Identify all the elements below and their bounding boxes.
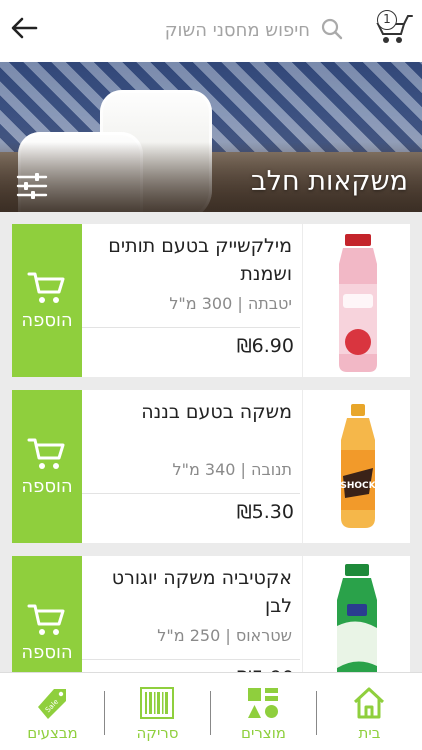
banana-drink-bottle-image: SHOCK [340, 404, 377, 528]
barcode-icon [140, 687, 174, 719]
product-name: אקטיביה משקה יוגורט לבן [111, 567, 292, 617]
nav-label: מבצעים [27, 724, 78, 742]
product-card[interactable]: הוספה משקה בטעם בננה תנובה | 340 מ"ל ₪5.… [12, 390, 410, 543]
cart-icon [27, 604, 65, 635]
product-image [302, 224, 410, 377]
add-label: הוספה [21, 642, 73, 663]
nav-item-home[interactable]: בית [317, 673, 422, 750]
product-card[interactable]: הוספה מילקשייק בטעם תותים ושמנת יטבתה | … [12, 224, 410, 377]
product-name: מילקשייק בטעם תותים ושמנת [108, 235, 292, 285]
add-label: הוספה [21, 476, 73, 497]
back-arrow-icon[interactable] [8, 12, 40, 44]
nav-separator [210, 691, 211, 735]
product-brand-size: יטבתה | 300 מ"ל [169, 294, 292, 313]
product-info: משקה בטעם בננה תנובה | 340 מ"ל ₪5.30 [82, 390, 300, 543]
divider [82, 327, 300, 328]
svg-text:SHOCK: SHOCK [340, 481, 376, 491]
add-to-cart-button[interactable]: הוספה [12, 390, 82, 543]
divider [82, 493, 300, 494]
search-icon[interactable] [320, 17, 344, 41]
filter-sliders-icon[interactable] [16, 172, 48, 200]
product-info: מילקשייק בטעם תותים ושמנת יטבתה | 300 מ"… [82, 224, 300, 377]
top-bar: 1 [0, 0, 422, 62]
nav-label: סריקה [136, 724, 179, 742]
category-title: משקאות חלב [251, 166, 408, 197]
cart-icon [27, 438, 65, 469]
nav-item-sales[interactable]: Sale מבצעים [0, 673, 105, 750]
product-brand-size: שטראוס | 250 מ"ל [157, 626, 292, 645]
cart-button[interactable]: 1 [368, 4, 414, 48]
search-input[interactable] [100, 15, 310, 45]
product-price: ₪6.90 [236, 335, 294, 357]
add-label: הוספה [21, 310, 73, 331]
home-icon [353, 687, 385, 719]
cart-icon [27, 272, 65, 303]
strawberry-milkshake-bottle-image [339, 234, 377, 372]
bottom-navigation: בית מוצרים סריקה Sale מבצעים [0, 672, 422, 750]
shapes-icon [248, 688, 278, 718]
divider [82, 659, 300, 660]
product-image: SHOCK [302, 390, 410, 543]
nav-separator [316, 691, 317, 735]
cart-count-badge: 1 [377, 10, 397, 30]
sale-tag-icon: Sale [38, 689, 66, 719]
category-banner: משקאות חלב [0, 62, 422, 212]
add-to-cart-button[interactable]: הוספה [12, 224, 82, 377]
product-name: משקה בטעם בננה [141, 401, 292, 423]
nav-item-products[interactable]: מוצרים [211, 673, 316, 750]
app-screen: 1 משקאות חלב [0, 0, 422, 750]
nav-item-scan[interactable]: סריקה [105, 673, 210, 750]
nav-label: בית [358, 724, 381, 742]
product-brand-size: תנובה | 340 מ"ל [172, 460, 293, 479]
nav-label: מוצרים [241, 724, 286, 742]
product-price: ₪5.30 [236, 501, 294, 523]
